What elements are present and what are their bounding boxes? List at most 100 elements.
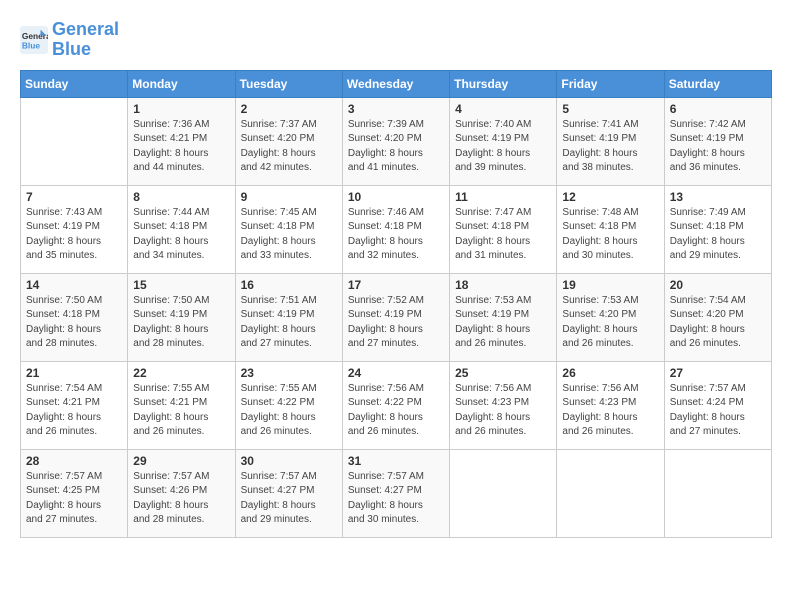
calendar-week-3: 14 Sunrise: 7:50 AM Sunset: 4:18 PM Dayli…: [21, 273, 772, 361]
calendar-cell: 5 Sunrise: 7:41 AM Sunset: 4:19 PM Daylig…: [557, 97, 664, 185]
day-number: 30: [241, 454, 337, 468]
day-number: 19: [562, 278, 658, 292]
calendar-cell: 23 Sunrise: 7:55 AM Sunset: 4:22 PM Dayli…: [235, 361, 342, 449]
day-number: 27: [670, 366, 766, 380]
day-info: Sunrise: 7:48 AM Sunset: 4:18 PM Dayligh…: [562, 206, 658, 264]
day-number: 21: [26, 366, 122, 380]
calendar-cell: [21, 97, 128, 185]
svg-text:Blue: Blue: [22, 40, 40, 50]
day-info: Sunrise: 7:45 AM Sunset: 4:18 PM Dayligh…: [241, 206, 337, 264]
day-number: 13: [670, 190, 766, 204]
calendar-cell: 25Sunrise: 7:56 AM Sunset: 4:23 PM Dayli…: [450, 361, 557, 449]
calendar-cell: [557, 449, 664, 537]
calendar-cell: 30Sunrise: 7:57 AM Sunset: 4:27 PM Dayli…: [235, 449, 342, 537]
header-cell-monday: Monday: [128, 70, 235, 97]
calendar-week-1: 1Sunrise: 7:36 AM Sunset: 4:21 PM Daylig…: [21, 97, 772, 185]
day-number: 17: [348, 278, 444, 292]
calendar-cell: 21 Sunrise: 7:54 AM Sunset: 4:21 PM Dayli…: [21, 361, 128, 449]
day-info: Sunrise: 7:41 AM Sunset: 4:19 PM Dayligh…: [562, 118, 658, 176]
day-number: 18: [455, 278, 551, 292]
calendar-cell: 14 Sunrise: 7:50 AM Sunset: 4:18 PM Dayli…: [21, 273, 128, 361]
calendar-cell: 10Sunrise: 7:46 AM Sunset: 4:18 PM Dayli…: [342, 185, 449, 273]
day-number: 15: [133, 278, 229, 292]
header-cell-saturday: Saturday: [664, 70, 771, 97]
day-number: 23: [241, 366, 337, 380]
calendar-week-5: 28 Sunrise: 7:57 AM Sunset: 4:25 PM Dayli…: [21, 449, 772, 537]
calendar-cell: 20Sunrise: 7:54 AM Sunset: 4:20 PM Dayli…: [664, 273, 771, 361]
header-cell-friday: Friday: [557, 70, 664, 97]
header-cell-thursday: Thursday: [450, 70, 557, 97]
day-number: 12: [562, 190, 658, 204]
calendar-table: SundayMondayTuesdayWednesdayThursdayFrid…: [20, 70, 772, 538]
day-info: Sunrise: 7:40 AM Sunset: 4:19 PM Dayligh…: [455, 118, 551, 176]
day-info: Sunrise: 7:54 AM Sunset: 4:21 PM Dayligh…: [26, 382, 122, 440]
day-info: Sunrise: 7:44 AM Sunset: 4:18 PM Dayligh…: [133, 206, 229, 264]
calendar-cell: 7 Sunrise: 7:43 AM Sunset: 4:19 PM Daylig…: [21, 185, 128, 273]
day-number: 2: [241, 102, 337, 116]
day-info: Sunrise: 7:43 AM Sunset: 4:19 PM Dayligh…: [26, 206, 122, 264]
day-info: Sunrise: 7:57 AM Sunset: 4:27 PM Dayligh…: [348, 470, 444, 528]
day-info: Sunrise: 7:46 AM Sunset: 4:18 PM Dayligh…: [348, 206, 444, 264]
day-number: 26: [562, 366, 658, 380]
day-info: Sunrise: 7:57 AM Sunset: 4:24 PM Dayligh…: [670, 382, 766, 440]
calendar-cell: 19 Sunrise: 7:53 AM Sunset: 4:20 PM Dayli…: [557, 273, 664, 361]
day-number: 5: [562, 102, 658, 116]
calendar-cell: [664, 449, 771, 537]
day-info: Sunrise: 7:50 AM Sunset: 4:18 PM Dayligh…: [26, 294, 122, 352]
day-number: 24: [348, 366, 444, 380]
calendar-cell: 6 Sunrise: 7:42 AM Sunset: 4:19 PM Daylig…: [664, 97, 771, 185]
day-info: Sunrise: 7:55 AM Sunset: 4:22 PM Dayligh…: [241, 382, 337, 440]
page-header: General Blue GeneralBlue: [20, 20, 772, 60]
calendar-cell: 9Sunrise: 7:45 AM Sunset: 4:18 PM Daylig…: [235, 185, 342, 273]
day-number: 28: [26, 454, 122, 468]
day-number: 7: [26, 190, 122, 204]
calendar-cell: 8Sunrise: 7:44 AM Sunset: 4:18 PM Daylig…: [128, 185, 235, 273]
logo-icon: General Blue: [20, 26, 48, 54]
calendar-cell: 18 Sunrise: 7:53 AM Sunset: 4:19 PM Dayli…: [450, 273, 557, 361]
header-cell-tuesday: Tuesday: [235, 70, 342, 97]
calendar-cell: 3 Sunrise: 7:39 AM Sunset: 4:20 PM Daylig…: [342, 97, 449, 185]
calendar-cell: 11 Sunrise: 7:47 AM Sunset: 4:18 PM Dayli…: [450, 185, 557, 273]
header-cell-wednesday: Wednesday: [342, 70, 449, 97]
day-info: Sunrise: 7:47 AM Sunset: 4:18 PM Dayligh…: [455, 206, 551, 264]
calendar-cell: 12 Sunrise: 7:48 AM Sunset: 4:18 PM Dayli…: [557, 185, 664, 273]
day-number: 3: [348, 102, 444, 116]
day-info: Sunrise: 7:55 AM Sunset: 4:21 PM Dayligh…: [133, 382, 229, 440]
day-info: Sunrise: 7:57 AM Sunset: 4:26 PM Dayligh…: [133, 470, 229, 528]
calendar-cell: 17 Sunrise: 7:52 AM Sunset: 4:19 PM Dayli…: [342, 273, 449, 361]
day-info: Sunrise: 7:52 AM Sunset: 4:19 PM Dayligh…: [348, 294, 444, 352]
calendar-cell: 22Sunrise: 7:55 AM Sunset: 4:21 PM Dayli…: [128, 361, 235, 449]
day-info: Sunrise: 7:57 AM Sunset: 4:25 PM Dayligh…: [26, 470, 122, 528]
day-info: Sunrise: 7:37 AM Sunset: 4:20 PM Dayligh…: [241, 118, 337, 176]
day-number: 1: [133, 102, 229, 116]
day-info: Sunrise: 7:53 AM Sunset: 4:20 PM Dayligh…: [562, 294, 658, 352]
calendar-cell: 24 Sunrise: 7:56 AM Sunset: 4:22 PM Dayli…: [342, 361, 449, 449]
calendar-cell: 2 Sunrise: 7:37 AM Sunset: 4:20 PM Daylig…: [235, 97, 342, 185]
calendar-week-4: 21 Sunrise: 7:54 AM Sunset: 4:21 PM Dayli…: [21, 361, 772, 449]
logo: General Blue GeneralBlue: [20, 20, 119, 60]
calendar-cell: 28 Sunrise: 7:57 AM Sunset: 4:25 PM Dayli…: [21, 449, 128, 537]
calendar-cell: [450, 449, 557, 537]
day-number: 25: [455, 366, 551, 380]
day-info: Sunrise: 7:39 AM Sunset: 4:20 PM Dayligh…: [348, 118, 444, 176]
day-info: Sunrise: 7:54 AM Sunset: 4:20 PM Dayligh…: [670, 294, 766, 352]
day-info: Sunrise: 7:56 AM Sunset: 4:22 PM Dayligh…: [348, 382, 444, 440]
day-number: 31: [348, 454, 444, 468]
day-number: 14: [26, 278, 122, 292]
day-number: 11: [455, 190, 551, 204]
logo-text: GeneralBlue: [52, 20, 119, 60]
calendar-cell: 16 Sunrise: 7:51 AM Sunset: 4:19 PM Dayli…: [235, 273, 342, 361]
calendar-cell: 29Sunrise: 7:57 AM Sunset: 4:26 PM Dayli…: [128, 449, 235, 537]
day-info: Sunrise: 7:42 AM Sunset: 4:19 PM Dayligh…: [670, 118, 766, 176]
calendar-header-row: SundayMondayTuesdayWednesdayThursdayFrid…: [21, 70, 772, 97]
day-number: 4: [455, 102, 551, 116]
day-number: 6: [670, 102, 766, 116]
day-number: 16: [241, 278, 337, 292]
calendar-cell: 1Sunrise: 7:36 AM Sunset: 4:21 PM Daylig…: [128, 97, 235, 185]
day-info: Sunrise: 7:50 AM Sunset: 4:19 PM Dayligh…: [133, 294, 229, 352]
calendar-cell: 13Sunrise: 7:49 AM Sunset: 4:18 PM Dayli…: [664, 185, 771, 273]
calendar-cell: 31 Sunrise: 7:57 AM Sunset: 4:27 PM Dayli…: [342, 449, 449, 537]
day-info: Sunrise: 7:51 AM Sunset: 4:19 PM Dayligh…: [241, 294, 337, 352]
calendar-cell: 26Sunrise: 7:56 AM Sunset: 4:23 PM Dayli…: [557, 361, 664, 449]
day-info: Sunrise: 7:53 AM Sunset: 4:19 PM Dayligh…: [455, 294, 551, 352]
